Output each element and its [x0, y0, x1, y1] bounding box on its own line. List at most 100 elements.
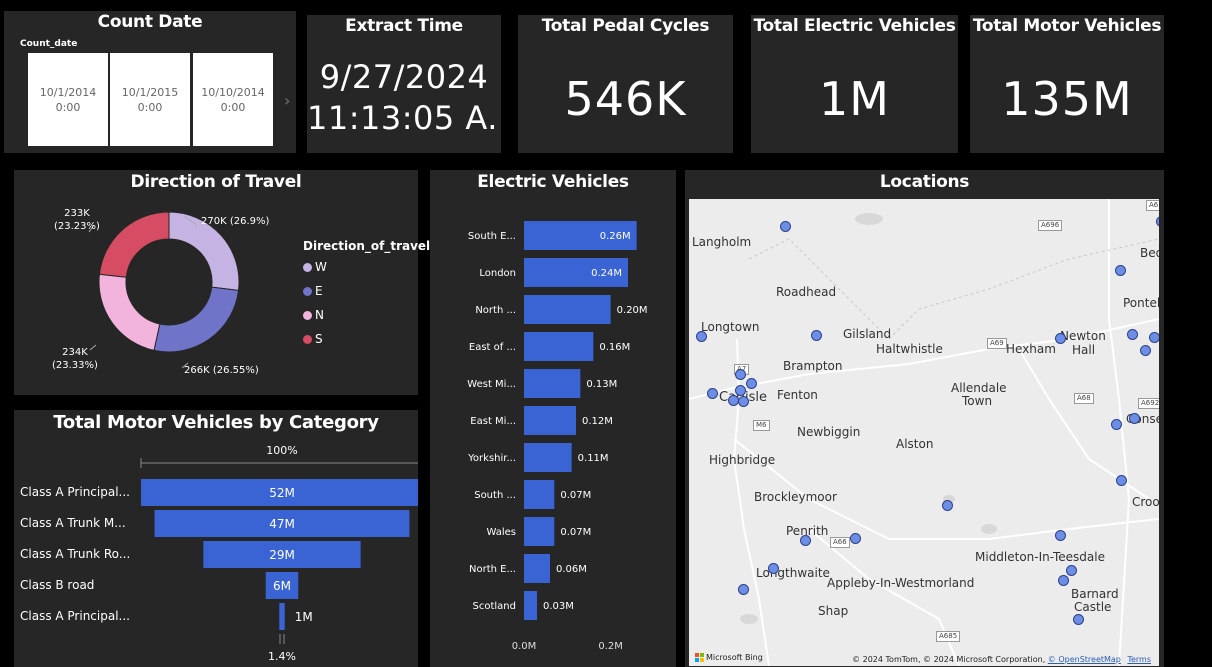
ev-bar[interactable] [524, 554, 550, 583]
ev-category-label: South ... [474, 490, 516, 501]
location-pin[interactable] [1149, 332, 1159, 343]
location-pin[interactable] [1116, 475, 1127, 486]
location-pin[interactable] [735, 369, 746, 380]
legend-dot-icon [303, 262, 312, 272]
ev-category-label: East of ... [469, 342, 516, 353]
kpi-title: Total Pedal Cycles [541, 16, 710, 36]
location-pin[interactable] [735, 385, 746, 396]
chevron-right-icon[interactable]: › [284, 91, 294, 110]
count-date-tile-1[interactable]: 10/1/2014 0:00 [28, 53, 108, 146]
ev-bar[interactable] [524, 591, 537, 620]
legend-item-s[interactable]: S [303, 332, 323, 346]
location-pin[interactable] [1140, 345, 1151, 356]
tile-time: 0:00 [220, 100, 246, 114]
legend-label: E [315, 284, 323, 298]
donut-label-s-value: 233K [64, 208, 90, 219]
legend-label: W [315, 260, 327, 274]
location-pin[interactable] [1066, 565, 1077, 576]
place-label: Bed [1140, 246, 1159, 260]
kpi-value: 546K [564, 72, 687, 126]
count-date-title: Count Date [97, 12, 203, 32]
count-date-tile-3[interactable]: 10/10/2014 0:00 [193, 53, 273, 146]
ev-bar[interactable] [524, 369, 581, 398]
terrain-patch [740, 614, 758, 624]
location-pin[interactable] [1055, 530, 1066, 541]
location-pin[interactable] [1073, 614, 1084, 625]
location-pin[interactable] [746, 378, 757, 389]
place-label: Brockleymoor [754, 490, 837, 504]
ev-bar[interactable] [524, 480, 555, 509]
location-pin[interactable] [1058, 575, 1069, 586]
location-pin[interactable] [1115, 265, 1126, 276]
location-pin[interactable] [800, 535, 811, 546]
kpi-title: Total Motor Vehicles [972, 16, 1162, 36]
ev-category-label: Wales [486, 527, 516, 538]
extract-time-title: Extract Time [345, 16, 463, 36]
extract-time-value: 11:13:05 A... [307, 99, 501, 137]
funnel-category-label: Class A Trunk M... [20, 516, 126, 530]
ev-axis-tick: 0.2M [598, 641, 623, 652]
ev-bar[interactable] [524, 332, 594, 361]
ev-category-label: London [479, 268, 516, 279]
attribution-text: © 2024 TomTom, © 2024 Microsoft Corporat… [852, 655, 1046, 664]
location-pin[interactable] [728, 395, 739, 406]
place-label: Haltwhistle [876, 342, 943, 356]
donut-label-s: 233K (23.23%) [54, 207, 100, 233]
location-pin[interactable] [696, 331, 707, 342]
ev-category-label: North ... [475, 305, 516, 316]
location-pin[interactable] [1129, 413, 1140, 424]
donut-slice-e[interactable] [153, 286, 240, 353]
location-pin[interactable] [738, 396, 749, 407]
location-pin[interactable] [1111, 419, 1122, 430]
ev-value-label: 0.07M [560, 490, 591, 501]
legend-item-n[interactable]: N [303, 308, 324, 322]
count-date-tile-2[interactable]: 10/1/2015 0:00 [110, 53, 190, 146]
tile-time: 0:00 [55, 100, 81, 114]
location-pin[interactable] [768, 563, 779, 574]
funnel-category-label: Class A Principal... [20, 609, 130, 623]
kpi-value: 1M [819, 72, 890, 126]
funnel-bar[interactable] [279, 603, 285, 630]
funnel-category-label: Class A Trunk Ro... [20, 547, 130, 561]
kpi-title: Total Electric Vehicles [753, 16, 956, 36]
legend-item-e[interactable]: E [303, 284, 323, 298]
ev-bar[interactable] [524, 406, 576, 435]
location-pin[interactable] [811, 330, 822, 341]
donut-slice-n[interactable] [98, 273, 161, 351]
tile-date: 10/1/2015 [121, 85, 179, 99]
legend-dot-icon [303, 334, 312, 344]
locations-map-card: Locations Langholm Roadhead Longtown Gil… [685, 170, 1164, 667]
tile-time: 0:00 [137, 100, 163, 114]
map-attribution: © 2024 TomTom, © 2024 Microsoft Corporat… [852, 655, 1151, 664]
donut-slice-s[interactable] [98, 211, 170, 278]
funnel-category-label: Class A Principal... [20, 485, 130, 499]
kpi-electric-vehicles: Total Electric Vehicles 1M [751, 15, 958, 153]
ev-value-label: 0.03M [543, 601, 574, 612]
donut-label-n-pct: (23.33%) [52, 360, 98, 371]
location-pin[interactable] [707, 388, 718, 399]
location-pin[interactable] [738, 584, 749, 595]
place-label: Alston [896, 437, 934, 451]
location-pin[interactable] [1055, 333, 1066, 344]
ev-bar[interactable] [524, 517, 555, 546]
location-pin[interactable] [850, 533, 861, 544]
osm-link[interactable]: © OpenStreetMap [1048, 655, 1121, 664]
ev-bar[interactable] [524, 295, 611, 324]
terms-link[interactable]: Terms [1127, 655, 1151, 664]
location-pin[interactable] [942, 500, 953, 511]
electric-vehicles-card: Electric Vehicles South E... 0.26M London 0… [430, 170, 676, 667]
funnel-value-label: 1M [295, 610, 313, 624]
funnel-value-label: 52M [269, 486, 295, 500]
location-pin[interactable] [780, 221, 791, 232]
ev-category-label: West Mi... [467, 379, 516, 390]
legend-item-w[interactable]: W [303, 260, 327, 274]
location-pin[interactable] [1127, 329, 1138, 340]
donut-label-s-pct: (23.23%) [54, 221, 100, 232]
legend-dot-icon [303, 286, 312, 296]
locations-map[interactable]: Langholm Roadhead Longtown Gilsland Bram… [689, 199, 1159, 666]
ev-category-label: Yorkshir... [467, 453, 516, 464]
ev-bar[interactable] [524, 443, 572, 472]
motor-vehicles-by-category-card: Total Motor Vehicles by Category 100% Cla… [14, 410, 418, 667]
terrain-patch [855, 213, 883, 225]
road-badge: A685 [936, 631, 961, 642]
